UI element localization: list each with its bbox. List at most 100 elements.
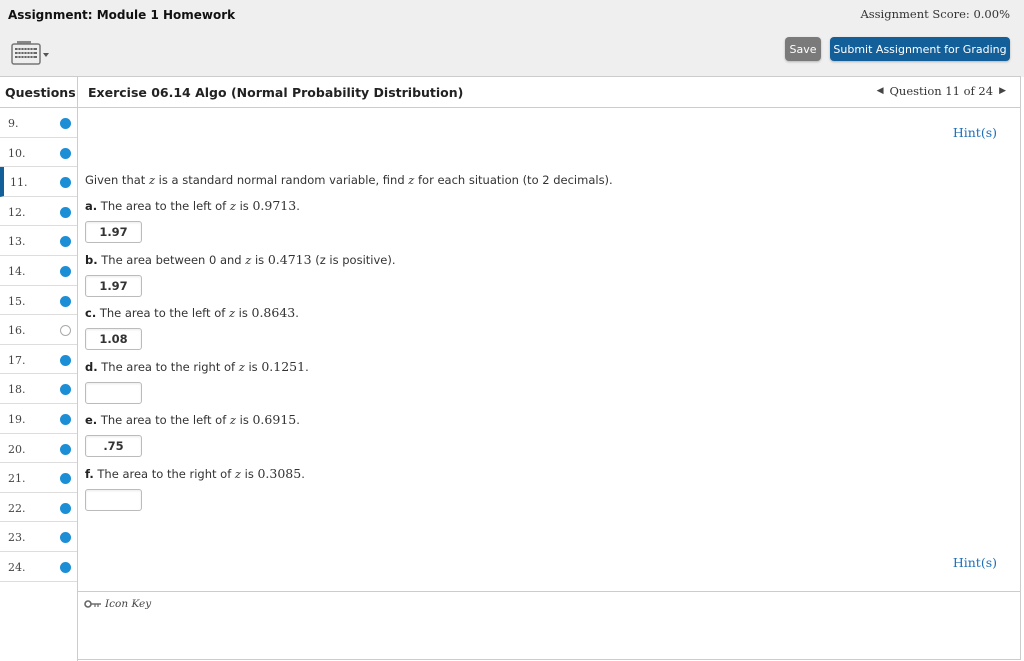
question-number: 12. [8,205,26,219]
area-value: 0.4713 [267,252,312,267]
part-text: . [296,199,300,213]
answer-input-d[interactable] [85,382,142,404]
answered-status-icon [60,473,71,485]
part-text: . [301,467,305,481]
sidebar-question-item[interactable]: 19. [0,404,77,434]
part-text: (z is positive). [311,253,396,267]
questions-header: Questions [0,77,78,107]
assignment-score: Assignment Score: 0.00% [860,7,1010,21]
part-text: . [295,306,299,320]
question-number: 17. [8,353,26,367]
exercise-title: Exercise 06.14 Algo (Normal Probability … [88,85,464,100]
answered-status-icon [60,354,71,366]
question-position: Question 11 of 24 [889,84,994,98]
question-content: Hint(s) Given that z is a standard norma… [78,108,1021,591]
question-number: 22. [8,501,26,515]
answered-status-icon [60,147,71,159]
keyboard-menu-button[interactable] [11,40,51,66]
hint-link-top[interactable]: Hint(s) [953,125,997,140]
question-part: b. The area between 0 and z is 0.4713 (z… [85,252,396,267]
part-text: The area to the left of [96,306,229,320]
part-letter: d. [85,360,98,374]
sidebar-question-item[interactable]: 23. [0,522,77,552]
icon-key-link[interactable]: Icon Key [84,598,151,610]
part-letter: f. [85,467,94,481]
sidebar-question-item[interactable]: 22. [0,493,77,523]
submit-assignment-button[interactable]: Submit Assignment for Grading [830,37,1010,61]
question-number: 20. [8,442,26,456]
part-text: is [235,306,252,320]
part-letter: e. [85,413,98,427]
question-number: 9. [8,117,19,130]
part-text: . [305,360,309,374]
answered-status-icon [60,295,71,307]
sidebar-question-item[interactable]: 24. [0,552,77,582]
part-letter: c. [85,306,97,320]
sidebar-question-item[interactable]: 21. [0,463,77,493]
part-text: The area to the left of [97,413,230,427]
sidebar-question-item[interactable]: 11. [0,167,77,197]
icon-key-label: Icon Key [105,598,152,610]
answered-status-icon [60,118,71,129]
hint-link-bottom[interactable]: Hint(s) [953,555,997,570]
part-text: The area to the right of [93,467,235,481]
part-text: The area to the right of [97,360,239,374]
sidebar-question-item[interactable]: 14. [0,256,77,286]
sidebar-question-item[interactable]: 9. [0,108,77,138]
question-number: 10. [8,146,26,160]
part-text: The area between 0 and [97,253,246,267]
question-number: 11. [10,176,28,190]
save-button[interactable]: Save [785,37,821,61]
part-letter: a. [85,199,98,213]
sidebar-question-item[interactable]: 13. [0,226,77,256]
answered-status-icon [60,561,71,573]
question-part: e. The area to the left of z is 0.6915. [85,412,300,427]
sidebar-question-item[interactable]: 15. [0,286,77,316]
prev-question-icon[interactable]: ◀ [877,86,884,96]
area-value: 0.9713 [252,198,297,213]
sidebar-question-item[interactable]: 18. [0,374,77,404]
area-value: 0.6915 [252,412,297,427]
question-number: 16. [8,324,26,338]
top-bar: Assignment: Module 1 Homework Assignment… [0,0,1024,77]
answer-input-b[interactable] [85,275,142,297]
sidebar-question-item[interactable]: 16. [0,315,77,345]
answered-status-icon [60,236,71,248]
answer-input-c[interactable] [85,328,142,350]
assignment-title: Assignment: Module 1 Homework [8,8,236,22]
question-part: d. The area to the right of z is 0.1251. [85,359,309,374]
answered-status-icon [60,384,71,396]
question-number: 24. [8,560,26,574]
exercise-header: Questions Exercise 06.14 Algo (Normal Pr… [0,76,1021,108]
caret-down-icon [43,53,49,57]
footer: Icon Key [78,591,1021,660]
sidebar-question-item[interactable]: 10. [0,138,77,168]
answer-input-a[interactable] [85,221,142,243]
part-letter: b. [85,253,98,267]
part-text: . [296,413,300,427]
answer-input-e[interactable] [85,435,142,457]
part-text: is [244,360,262,374]
question-part: c. The area to the left of z is 0.8643. [85,305,299,320]
part-text: The area to the left of [97,199,230,213]
sidebar-question-item[interactable]: 12. [0,197,77,227]
question-list: 9. 10. 11. 12. 13. 14. 15. 16. 17. 18. 19. 20. 21. 22… [0,108,78,661]
part-text: is [251,253,268,267]
key-icon [84,600,101,608]
answered-status-icon [60,502,71,514]
sidebar-question-item[interactable]: 20. [0,434,77,464]
area-value: 0.1251 [261,359,306,374]
question-number: 15. [8,294,26,308]
area-value: 0.3085 [257,466,302,481]
question-part: f. The area to the right of z is 0.3085. [85,466,305,481]
keyboard-icon [11,41,49,65]
answered-status-icon [60,532,71,544]
sidebar-question-item[interactable]: 17. [0,345,77,375]
question-intro: Given that z is a standard normal random… [85,173,613,187]
answered-status-icon [60,443,71,455]
next-question-icon[interactable]: ▶ [999,86,1006,96]
answer-input-f[interactable] [85,489,142,511]
question-number: 23. [8,531,26,545]
unanswered-status-icon [60,325,71,337]
answered-status-icon [60,177,71,189]
